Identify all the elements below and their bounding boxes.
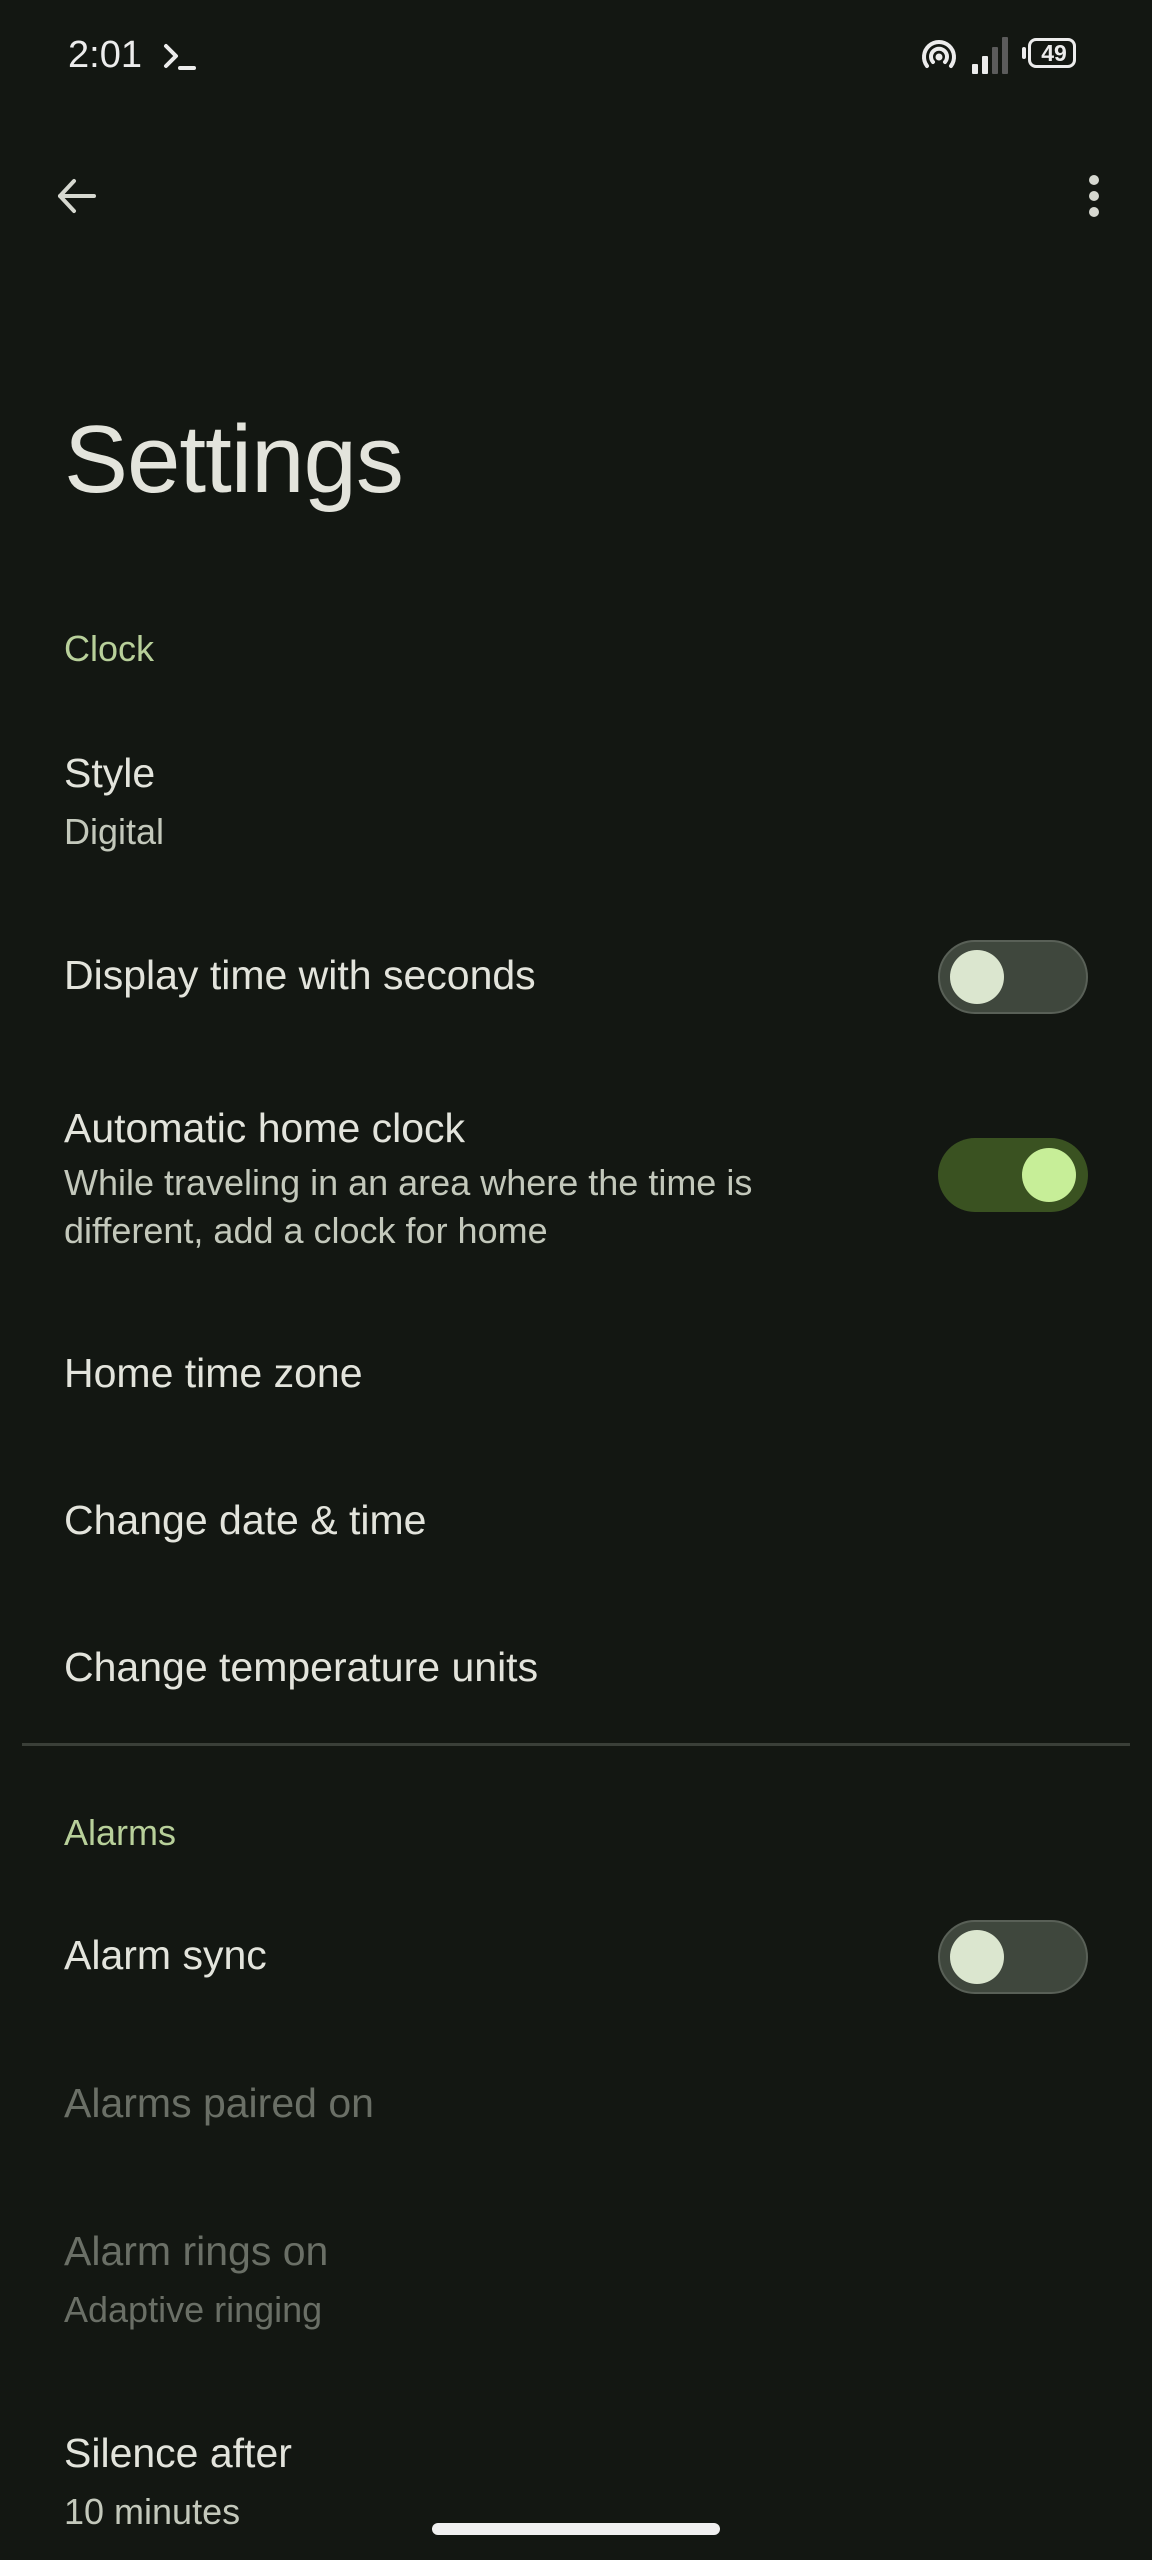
setting-home-time-zone[interactable]: Home time zone	[0, 1320, 1152, 1430]
display-seconds-switch[interactable]	[938, 940, 1088, 1014]
section-header-clock: Clock	[64, 628, 155, 669]
automatic-home-clock-switch[interactable]	[938, 1138, 1088, 1212]
hotspot-icon	[918, 36, 960, 78]
setting-alarm-sync-title: Alarm sync	[64, 1932, 267, 1978]
switch-thumb	[1022, 1148, 1076, 1202]
home-indicator[interactable]	[432, 2523, 720, 2535]
signal-icon	[970, 34, 1012, 76]
more-vert-icon	[1089, 175, 1099, 217]
switch-thumb	[950, 950, 1004, 1004]
battery-level: 49	[1041, 40, 1067, 66]
section-divider	[22, 1743, 1130, 1746]
setting-silence-after-title: Silence after	[64, 2430, 292, 2476]
back-button[interactable]	[40, 160, 112, 232]
status-time: 2:01	[68, 34, 142, 76]
setting-display-seconds[interactable]: Display time with seconds	[0, 920, 1152, 1035]
setting-display-seconds-title: Display time with seconds	[64, 952, 536, 998]
setting-home-time-zone-title: Home time zone	[64, 1350, 363, 1396]
setting-alarm-rings-on-value: Adaptive ringing	[64, 2289, 323, 2330]
setting-alarm-sync[interactable]: Alarm sync	[0, 1900, 1152, 2015]
setting-change-temperature-units[interactable]: Change temperature units	[0, 1614, 1152, 1724]
setting-silence-after-value: 10 minutes	[64, 2491, 241, 2532]
setting-style[interactable]: Style Digital	[0, 730, 1152, 870]
setting-alarm-rings-on-title: Alarm rings on	[64, 2228, 329, 2274]
setting-automatic-home-clock-description-line2: different, add a clock for home	[64, 1210, 548, 1251]
switch-thumb	[950, 1930, 1004, 1984]
setting-automatic-home-clock[interactable]: Automatic home clock While traveling in …	[0, 1085, 1152, 1285]
arrow-back-icon	[58, 179, 96, 213]
setting-style-title: Style	[64, 750, 156, 796]
battery-icon: 49	[1022, 38, 1082, 72]
page-title: Settings	[64, 406, 404, 513]
setting-automatic-home-clock-description-line1: While traveling in an area where the tim…	[64, 1162, 753, 1203]
setting-change-temperature-units-title: Change temperature units	[64, 1644, 539, 1690]
section-header-alarms: Alarms	[64, 1812, 177, 1853]
setting-alarm-rings-on: Alarm rings on Adaptive ringing	[0, 2210, 1152, 2350]
setting-alarms-paired-on: Alarms paired on	[0, 2050, 1152, 2160]
terminal-icon	[160, 38, 200, 78]
setting-alarms-paired-on-title: Alarms paired on	[64, 2080, 374, 2126]
setting-change-date-time[interactable]: Change date & time	[0, 1467, 1152, 1577]
alarm-sync-switch[interactable]	[938, 1920, 1088, 1994]
more-options-button[interactable]	[1058, 160, 1130, 232]
setting-style-value: Digital	[64, 811, 165, 852]
setting-change-date-time-title: Change date & time	[64, 1497, 427, 1543]
status-bar: 2:01 49	[0, 0, 1152, 110]
setting-automatic-home-clock-title: Automatic home clock	[64, 1105, 466, 1151]
